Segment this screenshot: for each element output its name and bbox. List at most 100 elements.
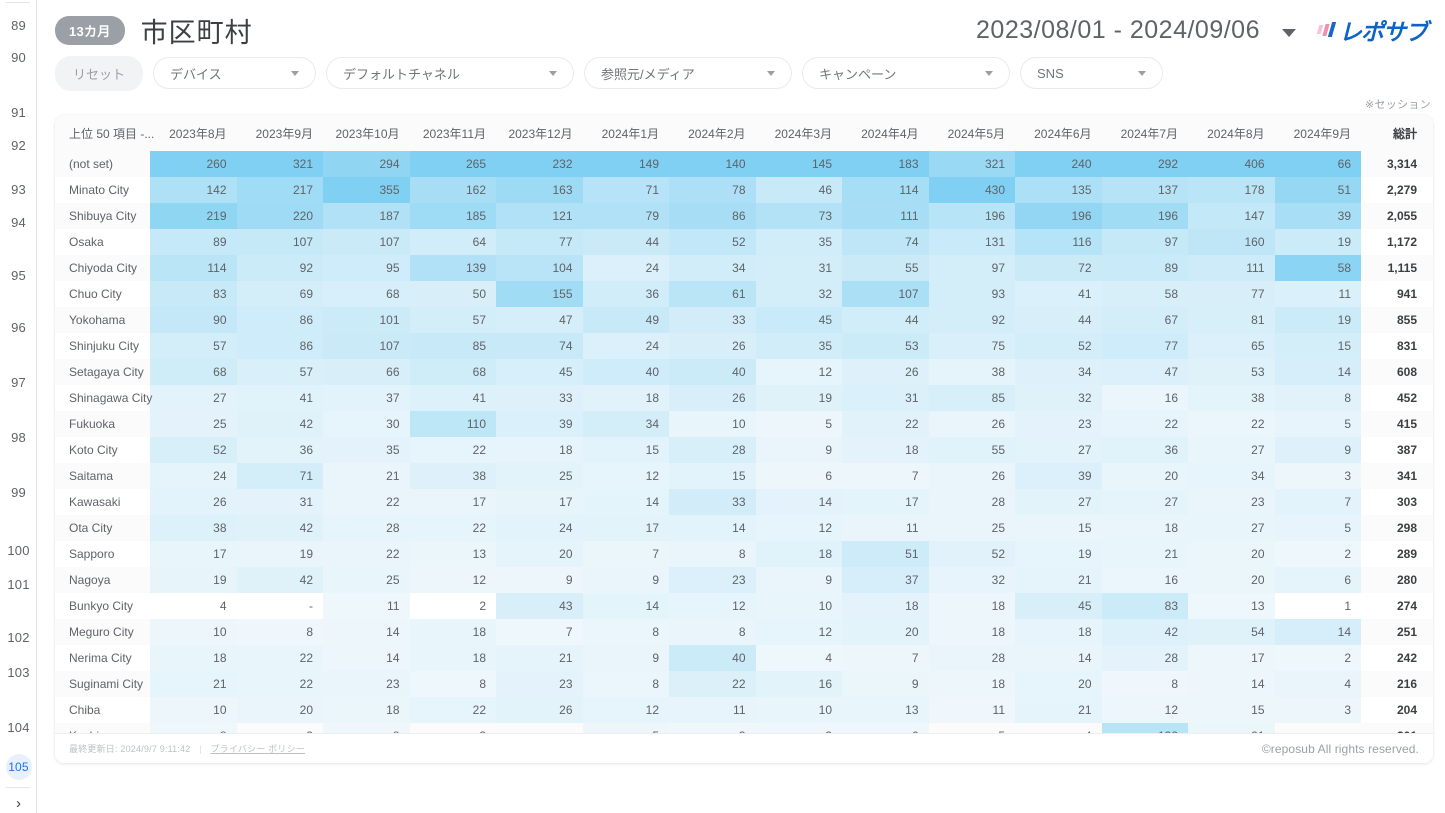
table-cell-value: 23 [1188, 489, 1275, 515]
table-cell-value: 149 [582, 151, 669, 177]
table-cell-value: 116 [1015, 229, 1102, 255]
column-header-month[interactable]: 2024年9月 [1274, 115, 1361, 151]
column-header-month[interactable]: 2023年8月 [150, 115, 237, 151]
page-rail-number[interactable]: 101 [0, 577, 37, 592]
table-row[interactable]: Bunkyo City 4-11 2 43 14 12 10 18 18 45 83 13 1 274 [55, 593, 1433, 619]
page-rail-number[interactable]: 98 [0, 430, 37, 445]
table-cell-value: 240 [1015, 151, 1102, 177]
column-header-month[interactable]: 2024年1月 [582, 115, 669, 151]
table-cell-value: 78 [669, 177, 756, 203]
page-rail-number[interactable]: 103 [0, 665, 37, 680]
row-label: Meguro City [69, 625, 134, 639]
column-header-month[interactable]: 2023年11月 [409, 115, 496, 151]
table-row[interactable]: Osaka 89 107 107 64 77 44 52 35 74 131 116 97 160 19 1,… [55, 229, 1433, 255]
table-row[interactable]: Nerima City 18 22 14 18 21 9 40 4 7 28 14 28 17 2 242 [55, 645, 1433, 671]
table-row[interactable]: Fukuoka 25 42 30 110 39 34 10 5 22 26 23 22 22 5 415 [55, 411, 1433, 437]
next-page-icon[interactable]: › [0, 795, 37, 812]
table-cell-value: 18 [928, 671, 1015, 697]
table-cell-value: 15 [1274, 333, 1361, 359]
column-header-month[interactable]: 2023年9月 [236, 115, 323, 151]
table-row[interactable]: Minato City 142 217 355 162 163 71 78 46 114 430 13… [55, 177, 1433, 203]
privacy-policy-link[interactable]: プライバシー ポリシー [210, 744, 305, 754]
table-row[interactable]: Ota City 38 42 28 22 24 17 14 12 11 25 15 18 27 5 298 [55, 515, 1433, 541]
page-rail-number[interactable]: 92 [0, 138, 37, 153]
table-cell-value: 265 [409, 151, 496, 177]
filter-select-source[interactable]: 参照元/メディア [584, 57, 793, 89]
table-cell-value: 49 [582, 307, 669, 333]
page-rail-number[interactable]: 94 [0, 215, 37, 230]
table-row[interactable]: Koto City 52 36 35 22 18 15 28 9 18 55 27 36 27 9 387 [55, 437, 1433, 463]
filter-channel-label: デフォルトチャネル [343, 66, 460, 82]
page-rail[interactable]: 89 90 91 92 93 94 95 96 97 98 99 100 101 102 103 104 105… [0, 0, 37, 813]
filter-select-channel[interactable]: デフォルトチャネル [326, 57, 575, 89]
table-cell-value: 57 [150, 333, 237, 359]
table-row[interactable]: Kawasaki 26 31 22 17 17 14 33 14 17 28 27 27 23 7 303 [55, 489, 1433, 515]
page-title: 市区町村 [140, 17, 253, 48]
page-rail-number[interactable]: 97 [0, 375, 37, 390]
column-header-total[interactable]: 総計 [1361, 115, 1433, 151]
table-cell-value: 22 [1188, 411, 1275, 437]
table-cell-value: 17 [496, 489, 583, 515]
table-cell-value: 187 [323, 203, 410, 229]
filter-select-campaign[interactable]: キャンペーン [802, 57, 1011, 89]
table-row[interactable]: Nagoya 19 42 25 12 9 9 23 9 37 32 21 16 20 6 280 [55, 567, 1433, 593]
table-row[interactable]: Sapporo 17 19 22 13 20 7 8 18 51 52 19 21 20 2 289 [55, 541, 1433, 567]
table-cell-value: 12 [755, 359, 842, 385]
column-header-month[interactable]: 2024年6月 [1015, 115, 1102, 151]
table-row[interactable]: Setagaya City 68 57 66 68 45 40 40 12 26 38 34 47 53 1… [55, 359, 1433, 385]
table-row[interactable]: Chiba 10 20 18 22 26 12 11 10 13 11 21 12 15 3 204 [55, 697, 1433, 723]
column-header-month[interactable]: 2023年12月 [496, 115, 583, 151]
period-badge: 13カ月 [55, 15, 125, 45]
column-header-month[interactable]: 2024年8月 [1188, 115, 1275, 151]
filter-select-device[interactable]: デバイス [153, 57, 317, 89]
table-row[interactable]: Yokohama 90 86 101 57 47 49 33 45 44 92 44 67 81 19 855 [55, 307, 1433, 333]
table-cell-value: 9 [755, 567, 842, 593]
table-cell-value: 69 [236, 281, 323, 307]
table-cell-value: 8 [669, 541, 756, 567]
column-header-month[interactable]: 2024年5月 [928, 115, 1015, 151]
table-cell-total: 280 [1396, 573, 1417, 587]
column-header-dimension[interactable]: 上位 50 項目 -... [55, 115, 154, 151]
table-row[interactable]: Saitama 24 71 21 38 25 12 15 6 7 26 39 20 34 3 341 [55, 463, 1433, 489]
column-header-month[interactable]: 2024年4月 [842, 115, 929, 151]
table-cell-value: 14 [582, 593, 669, 619]
table-row[interactable]: Suginami City 21 22 23 8 23 8 22 16 9 18 20 8 14 4 216 [55, 671, 1433, 697]
page-rail-number[interactable]: 90 [0, 50, 37, 65]
reset-button[interactable]: リセット [55, 55, 144, 91]
page-rail-number[interactable]: 96 [0, 320, 37, 335]
table-cell-value: 14 [755, 489, 842, 515]
page-rail-number[interactable]: 89 [0, 18, 37, 33]
page-rail-current[interactable]: 105 [0, 754, 37, 780]
column-header-month[interactable]: 2024年7月 [1101, 115, 1188, 151]
table-cell-value: 135 [1015, 177, 1102, 203]
table-cell-value: 40 [669, 359, 756, 385]
table-row[interactable]: Meguro City 10 8 14 18 7 8 8 12 20 18 18 42 54 14 251 [55, 619, 1433, 645]
chevron-down-icon[interactable] [1282, 29, 1296, 37]
table-cell-value: 8 [1101, 671, 1188, 697]
table-cell-value: 52 [669, 229, 756, 255]
table-row[interactable]: Chuo City 83 69 68 50 155 36 61 32 107 93 41 58 77 11 9… [55, 281, 1433, 307]
page-rail-number[interactable]: 99 [0, 485, 37, 500]
table-cell-value: 430 [928, 177, 1015, 203]
page-rail-number[interactable]: 95 [0, 268, 37, 283]
page-rail-number[interactable]: 104 [0, 720, 37, 735]
filter-select-sns[interactable]: SNS [1020, 57, 1164, 89]
page-rail-number[interactable]: 93 [0, 182, 37, 197]
table-cell-value: 19 [150, 567, 237, 593]
column-header-month[interactable]: 2023年10月 [323, 115, 410, 151]
table-cell-value: 20 [236, 697, 323, 723]
page-rail-number[interactable]: 91 [0, 105, 37, 120]
column-header-month[interactable]: 2024年3月 [755, 115, 842, 151]
table-cell-value: 34 [669, 255, 756, 281]
table-cell-value: 8 [1274, 385, 1361, 411]
column-header-month[interactable]: 2024年2月 [669, 115, 756, 151]
page-rail-number[interactable]: 102 [0, 630, 37, 645]
table-row[interactable]: Shibuya City 219 220 187 185 121 79 86 73 111 196 1… [55, 203, 1433, 229]
table-row[interactable]: Chiyoda City 114 92 95 139 104 24 34 31 55 97 72 89 1… [55, 255, 1433, 281]
table-row[interactable]: Shinjuku City 57 86 107 85 74 24 26 35 53 75 52 77 65… [55, 333, 1433, 359]
date-range-label[interactable]: 2023/08/01 - 2024/09/06 [976, 16, 1260, 45]
table-row[interactable]: Shinagawa City 27 41 37 41 33 18 26 19 31 85 32 16 38… [55, 385, 1433, 411]
page-rail-number[interactable]: 100 [0, 543, 37, 558]
table-row[interactable]: (not set) 260 321 294 265 232 149 140 145 183 321 2… [55, 151, 1433, 177]
table-cell-value: 17 [842, 489, 929, 515]
